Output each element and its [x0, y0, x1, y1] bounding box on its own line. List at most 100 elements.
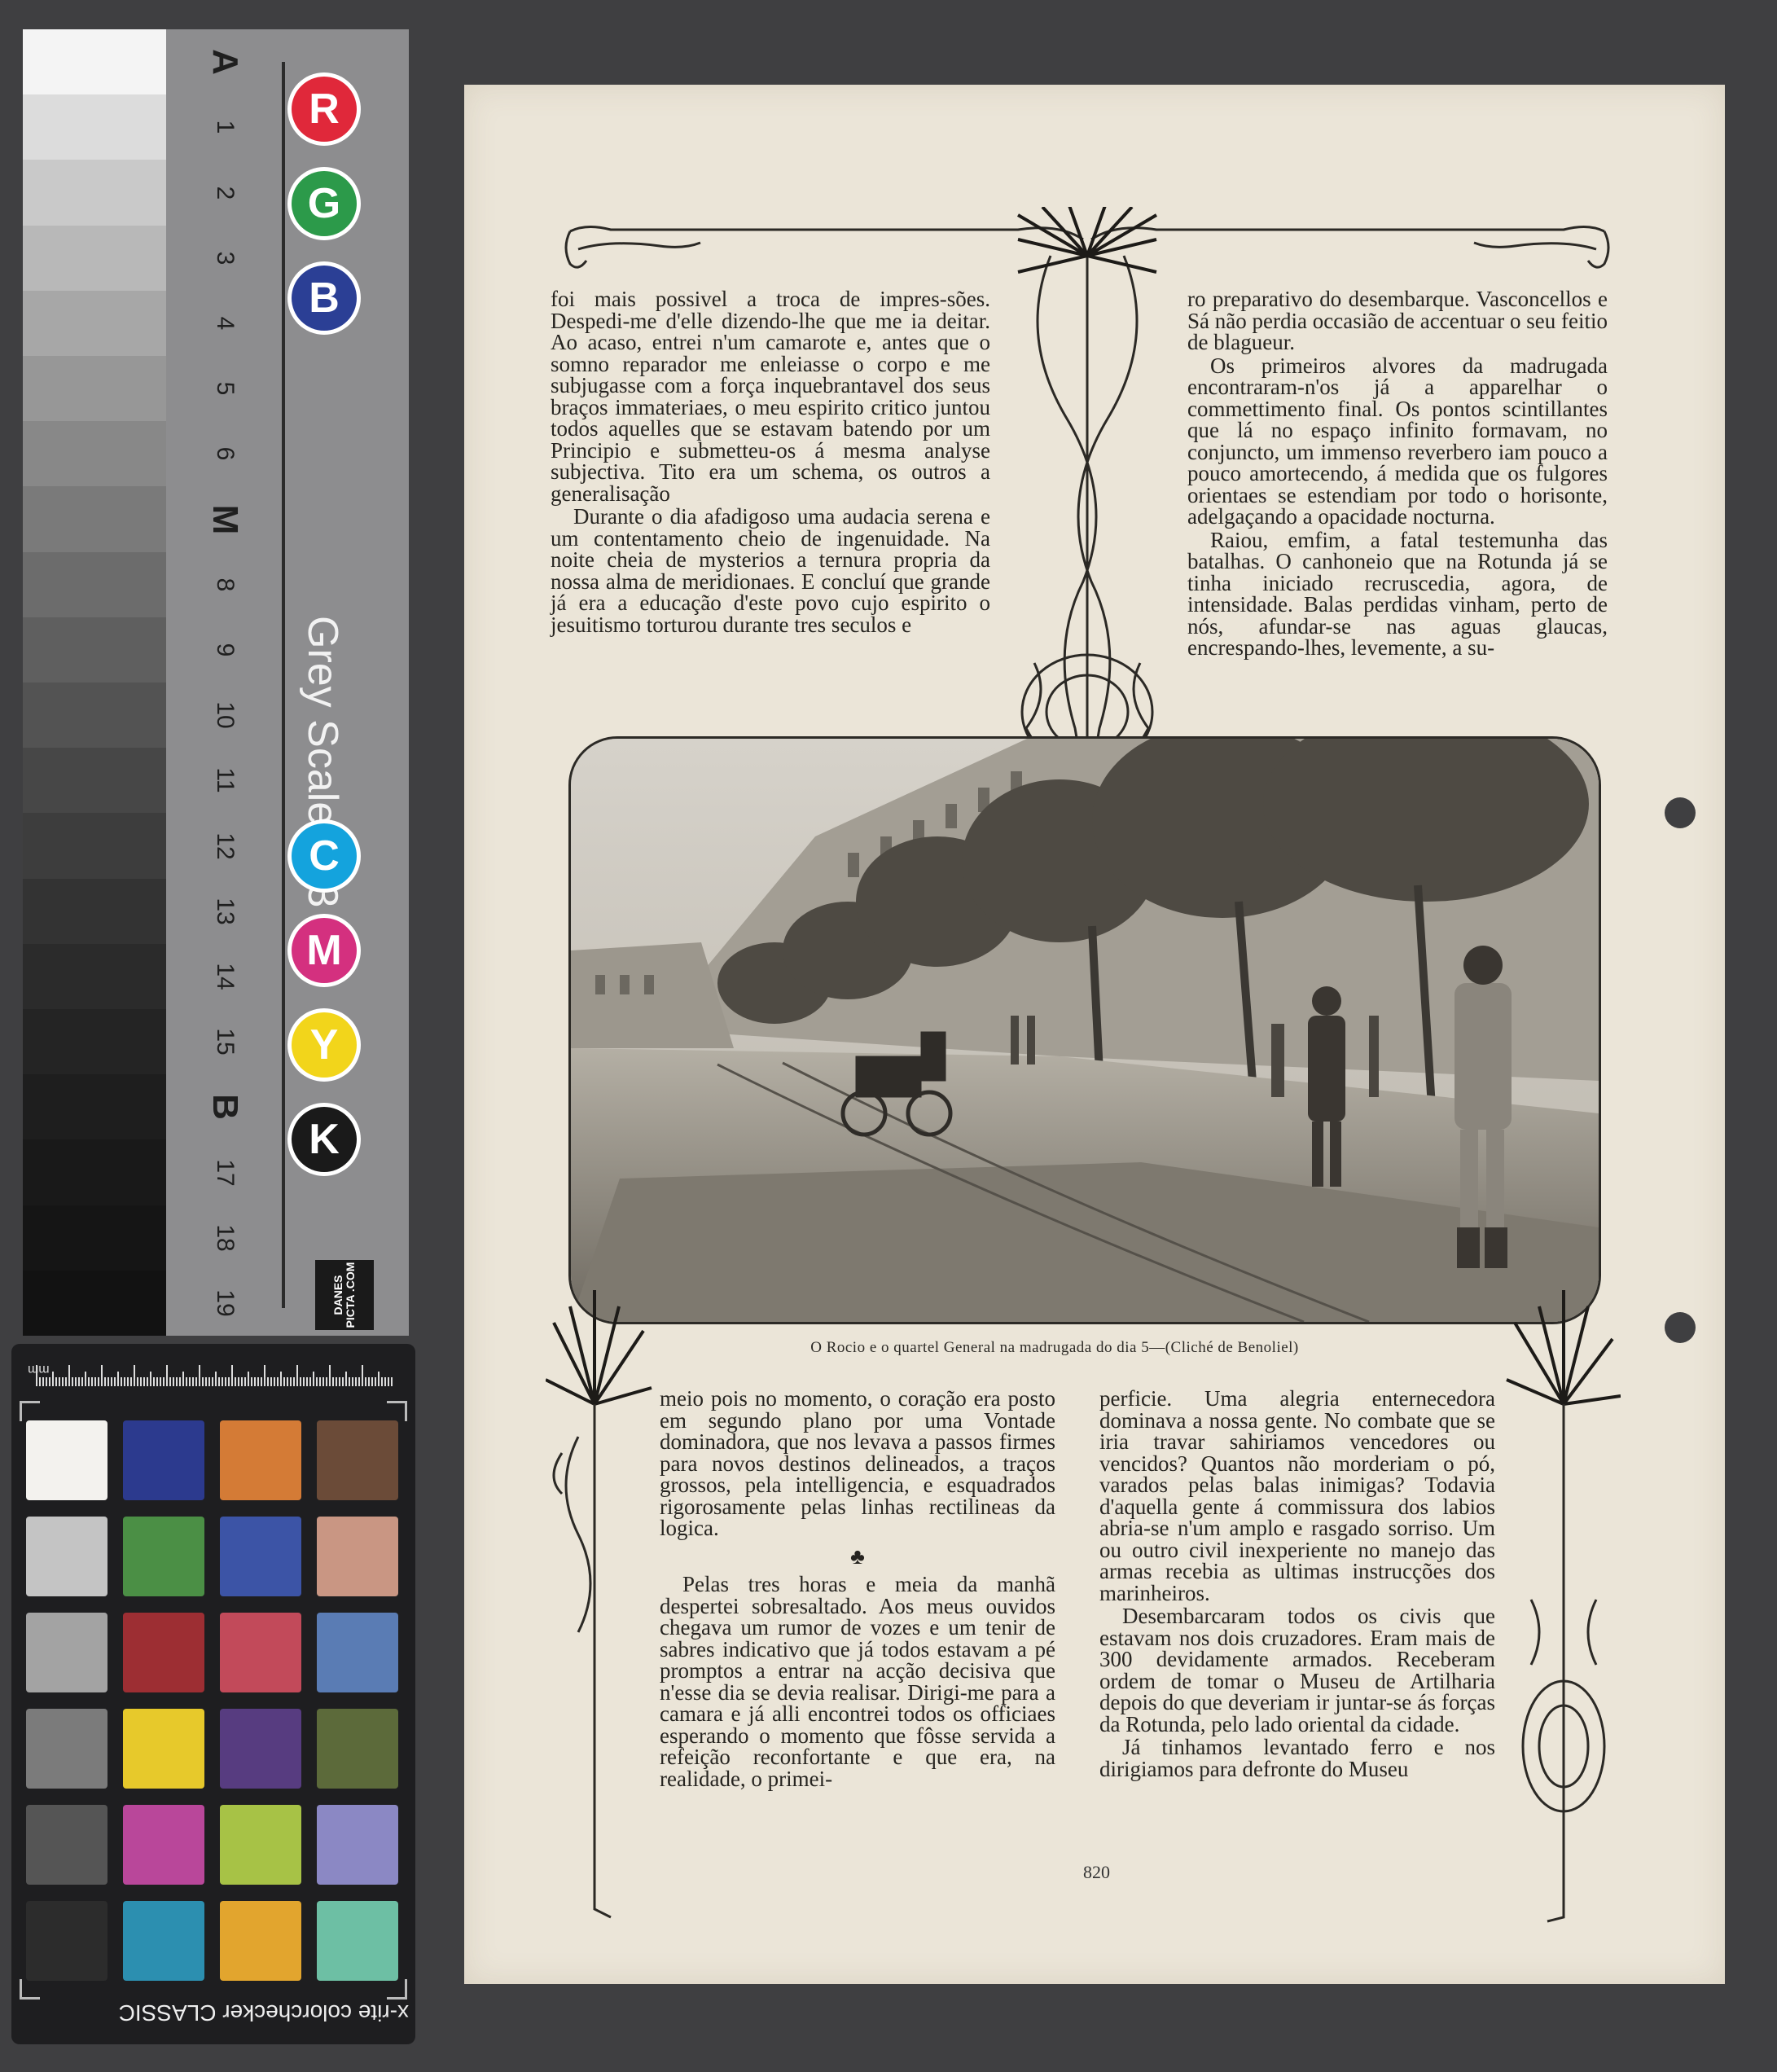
ruler-tick [322, 1377, 324, 1386]
grey-patch [23, 748, 166, 814]
grey-patch [23, 617, 166, 683]
ruler-tick [182, 1372, 184, 1386]
ruler-tick [42, 1377, 44, 1386]
ruler-tick [231, 1365, 233, 1386]
ruler-tick [313, 1372, 314, 1386]
article-column-top-right: ro preparativo do desembarque. Vasconcel… [1187, 288, 1608, 661]
grey-patch [23, 1139, 166, 1205]
g-color-dot: G [292, 171, 357, 236]
grey-patch [23, 683, 166, 748]
color-swatch [317, 1613, 398, 1692]
grey-patch [23, 1009, 166, 1075]
binding-hole [1665, 797, 1696, 828]
ruler-tick [176, 1377, 178, 1386]
grey-patch [23, 1205, 166, 1271]
colorchecker-card: mm x-rite colorchecker CLASSIC [11, 1344, 415, 2044]
color-swatch [317, 1709, 398, 1789]
color-swatch [26, 1420, 107, 1500]
grey-patch [23, 356, 166, 422]
ruler-tick [85, 1372, 86, 1386]
ruler-tick [391, 1377, 393, 1386]
ruler-tick [160, 1377, 161, 1386]
crop-corner [20, 1401, 40, 1421]
article-column-bottom-left: meio pois no momento, o coração era post… [660, 1388, 1055, 1791]
color-swatch [220, 1709, 301, 1789]
street-photograph [568, 736, 1601, 1324]
grey-patch [23, 813, 166, 879]
ruler-tick [235, 1377, 236, 1386]
ruler-tick [65, 1377, 67, 1386]
ruler-tick [147, 1377, 148, 1386]
color-swatch [26, 1805, 107, 1885]
ruler-tick [332, 1377, 334, 1386]
ruler-tick [78, 1377, 80, 1386]
color-swatch [317, 1420, 398, 1500]
ruler-tick [300, 1377, 301, 1386]
color-swatch [317, 1805, 398, 1885]
paragraph: perficie. Uma alegria enternecedora domi… [1099, 1386, 1495, 1605]
ruler-tick [98, 1377, 99, 1386]
paragraph: foi mais possivel a troca de impres-sões… [551, 287, 990, 506]
m-color-dot: M [292, 918, 357, 983]
ruler-tick [267, 1377, 269, 1386]
ruler-tick [365, 1377, 366, 1386]
xrite-brand-label: x-rite colorchecker CLASSIC [118, 2000, 409, 2026]
ruler-tick [202, 1377, 204, 1386]
ruler-tick [303, 1377, 305, 1386]
grey-patch-column [23, 29, 166, 1337]
ruler-tick [186, 1377, 187, 1386]
ruler-tick [378, 1372, 380, 1386]
ruler-tick [137, 1377, 138, 1386]
color-swatch [26, 1613, 107, 1692]
grey-patch [23, 160, 166, 226]
paragraph: Pelas tres horas e meia da manhã despert… [660, 1572, 1055, 1791]
grey-divider-line [282, 62, 285, 1308]
ruler-tick [104, 1377, 106, 1386]
paragraph: Já tinhamos levantado ferro e nos dirigi… [1099, 1735, 1495, 1781]
paragraph: Raiou, emfim, a fatal testemunha das bat… [1187, 527, 1608, 660]
grey-patch [23, 943, 166, 1010]
ruler-tick [212, 1377, 213, 1386]
ruler-tick [264, 1365, 265, 1386]
ruler-tick [169, 1377, 171, 1386]
grey-patch [23, 1270, 166, 1337]
ruler-tick [257, 1377, 259, 1386]
mm-ruler [36, 1352, 394, 1386]
bottom-right-ornament [1506, 1290, 1621, 1923]
ruler-tick [287, 1377, 288, 1386]
ruler-tick [49, 1377, 50, 1386]
ruler-tick [358, 1377, 360, 1386]
grey-patch [23, 290, 166, 357]
ruler-tick [59, 1377, 60, 1386]
ruler-tick [205, 1377, 207, 1386]
grey-patch [23, 551, 166, 617]
ruler-tick [362, 1365, 363, 1386]
color-swatch [220, 1805, 301, 1885]
color-swatch [123, 1805, 204, 1885]
ruler-tick [368, 1377, 370, 1386]
grey-scale-target: A 1 2 3 4 5 6 M 8 9 10 11 12 13 14 15 B 17 18 19 Grey Scale… [23, 29, 409, 1337]
ruler-tick [199, 1365, 200, 1386]
color-swatch [220, 1613, 301, 1692]
ruler-tick [254, 1377, 256, 1386]
c-color-dot: C [292, 823, 357, 889]
grey-scale-labels: A 1 2 3 4 5 6 M 8 9 10 11 12 13 14 15 B 17 18 19 [184, 29, 265, 1336]
binding-hole [1665, 1312, 1696, 1343]
ruler-tick [166, 1365, 168, 1386]
ruler-tick [189, 1377, 191, 1386]
grey-patch [23, 486, 166, 552]
ruler-tick [270, 1377, 272, 1386]
grey-patch [23, 878, 166, 944]
r-color-dot: R [292, 77, 357, 142]
ruler-tick [290, 1377, 292, 1386]
grey-patch [23, 94, 166, 160]
ruler-tick [251, 1377, 252, 1386]
ruler-tick [339, 1377, 340, 1386]
ruler-tick [143, 1377, 145, 1386]
ruler-tick [62, 1377, 64, 1386]
ruler-tick [222, 1377, 223, 1386]
k-color-dot: K [292, 1107, 357, 1172]
crop-corner [387, 1401, 407, 1421]
ruler-tick [336, 1377, 337, 1386]
color-swatch [123, 1420, 204, 1500]
